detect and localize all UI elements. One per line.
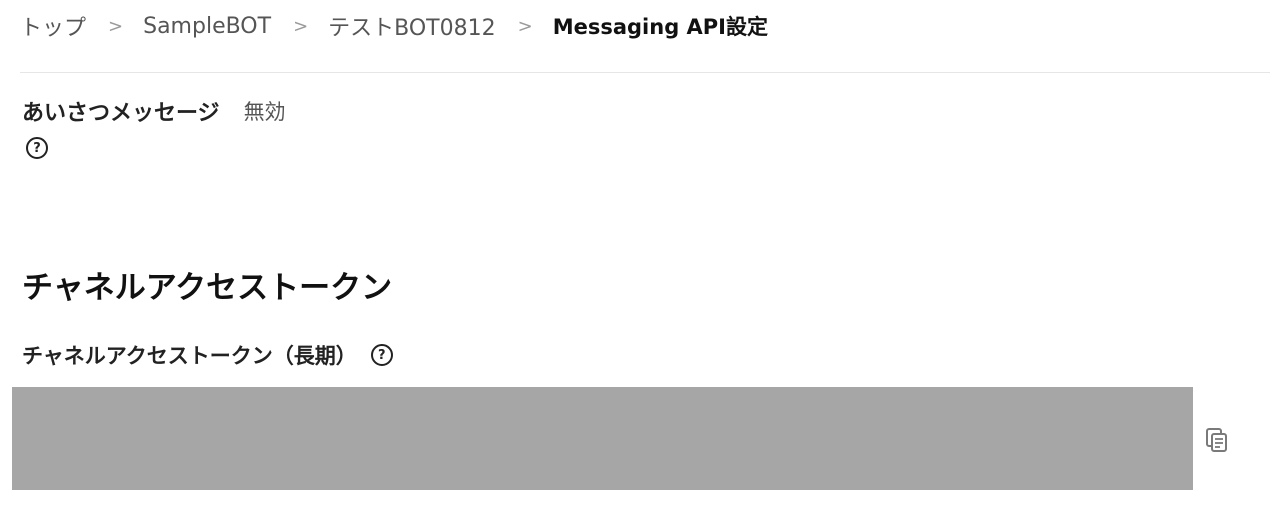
section-title-channel-access-token: チャネルアクセストークン (22, 270, 393, 306)
header-divider (20, 72, 1270, 73)
breadcrumb-current-page: Messaging API設定 (552, 15, 768, 39)
greeting-help-icon[interactable]: ? (26, 137, 48, 159)
breadcrumb-separator-icon: > (108, 15, 124, 37)
breadcrumb: トップ > SampleBOT > テストBOT0812 > Messaging… (20, 10, 768, 42)
breadcrumb-item-top[interactable]: トップ (20, 10, 86, 42)
copy-icon[interactable] (1205, 427, 1229, 453)
breadcrumb-separator-icon: > (293, 15, 309, 37)
breadcrumb-item-provider[interactable]: SampleBOT (143, 14, 271, 39)
long-term-token-label: チャネルアクセストークン（長期） (22, 344, 357, 368)
greeting-message-label: あいさつメッセージ (22, 101, 220, 126)
long-term-token-label-row: チャネルアクセストークン（長期） ? (22, 340, 393, 370)
greeting-message-status: 無効 (243, 100, 286, 124)
messaging-api-settings-page: トップ > SampleBOT > テストBOT0812 > Messaging… (0, 0, 1271, 530)
token-help-icon[interactable]: ? (370, 344, 393, 366)
breadcrumb-separator-icon: > (517, 15, 533, 37)
breadcrumb-item-channel[interactable]: テストBOT0812 (328, 10, 495, 42)
redacted-token-value (12, 387, 1193, 490)
greeting-message-row: あいさつメッセージ 無効 (22, 95, 286, 127)
